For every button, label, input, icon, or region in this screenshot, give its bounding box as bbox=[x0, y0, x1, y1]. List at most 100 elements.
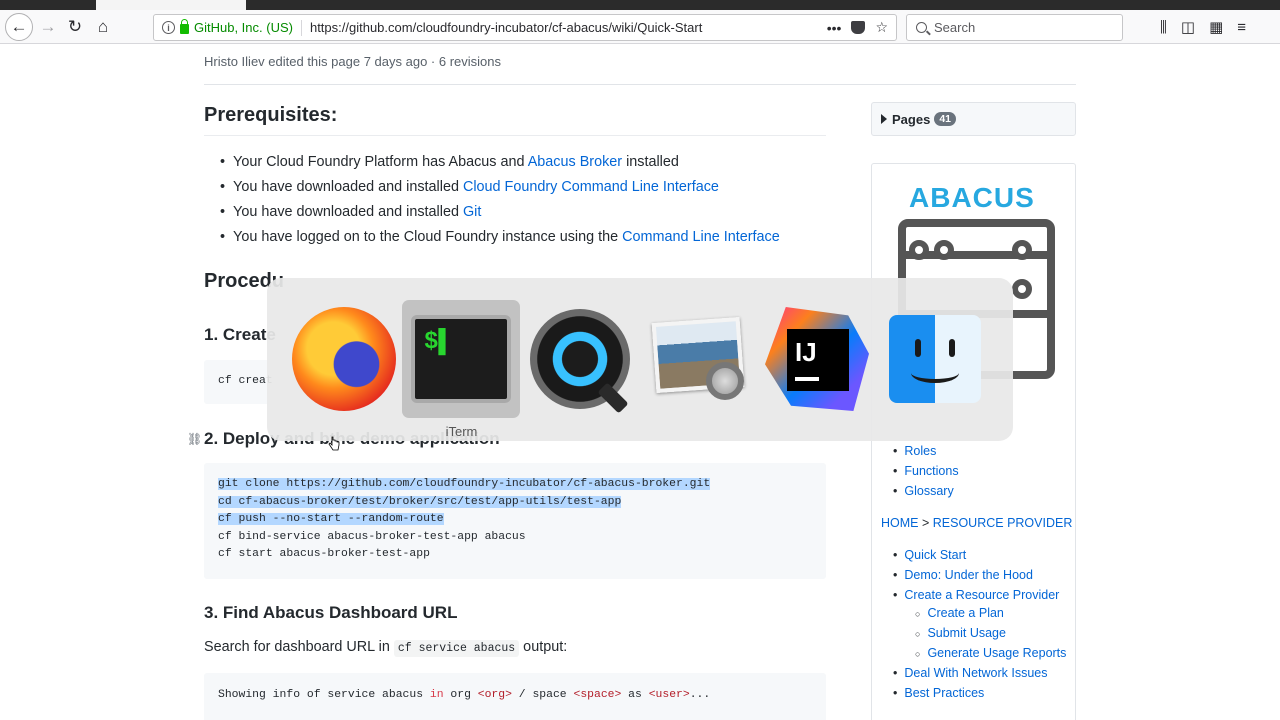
page-actions-button[interactable]: ••• bbox=[827, 20, 842, 36]
extension-icon[interactable]: ▦ bbox=[1209, 18, 1223, 36]
sidebar-link-usage-reports[interactable]: Generate Usage Reports bbox=[927, 646, 1066, 660]
breadcrumb-home-link[interactable]: HOME bbox=[881, 516, 919, 530]
list-item: You have logged on to the Cloud Foundry … bbox=[220, 225, 780, 250]
code-text: ... bbox=[689, 689, 711, 701]
code-text: org bbox=[443, 689, 478, 701]
forward-button[interactable]: → bbox=[37, 13, 59, 41]
list-item: Your Cloud Foundry Platform has Abacus a… bbox=[220, 150, 780, 175]
step1-heading: 1. Create bbox=[204, 325, 276, 344]
sidebar-breadcrumb: HOME > RESOURCE PROVIDER bbox=[881, 516, 1072, 530]
link-anchor-icon[interactable]: ⛓ bbox=[187, 432, 202, 446]
abacus-bead bbox=[934, 240, 954, 260]
preview-icon bbox=[650, 314, 746, 404]
step3-heading: 3. Find Abacus Dashboard URL bbox=[204, 603, 458, 622]
back-button[interactable]: ← bbox=[5, 13, 33, 41]
sidebar-link-functions[interactable]: Functions bbox=[904, 464, 958, 478]
sidebar-subitem: Generate Usage Reports bbox=[915, 643, 1066, 663]
para-text: Search for dashboard URL in bbox=[204, 639, 394, 655]
app-intellij[interactable]: IJ bbox=[758, 300, 876, 418]
app-preview[interactable] bbox=[639, 300, 757, 418]
menu-icon[interactable]: ≡ bbox=[1237, 19, 1246, 36]
pages-label: Pages bbox=[892, 111, 931, 127]
sidebar-link-quick-start[interactable]: Quick Start bbox=[904, 548, 966, 562]
library-icon[interactable]: ⫼ bbox=[1160, 19, 1167, 36]
sidebar-link-best-practices[interactable]: Best Practices bbox=[904, 686, 984, 700]
sidebar-link-network-issues[interactable]: Deal With Network Issues bbox=[904, 666, 1047, 680]
code-text: Showing info of service abacus bbox=[218, 689, 430, 701]
pocket-icon[interactable] bbox=[851, 21, 866, 34]
header-divider bbox=[204, 84, 1076, 85]
home-button[interactable]: ⌂ bbox=[92, 13, 114, 41]
breadcrumb-section-link[interactable]: RESOURCE PROVIDER bbox=[933, 516, 1073, 530]
iterm-icon: $▌ bbox=[411, 315, 511, 403]
intellij-icon: IJ bbox=[765, 307, 869, 411]
info-icon[interactable]: i bbox=[162, 21, 175, 34]
list-item: You have downloaded and installed Cloud … bbox=[220, 175, 780, 200]
resource-provider-list: Quick Start Demo: Under the Hood Create … bbox=[893, 545, 1059, 606]
code-text: / space bbox=[511, 689, 574, 701]
code-line: git clone https://github.com/cloudfoundr… bbox=[218, 476, 812, 494]
app-finder[interactable] bbox=[876, 300, 994, 418]
step2-code-block: git clone https://github.com/cloudfoundr… bbox=[204, 463, 826, 579]
sidebar-link-submit-usage[interactable]: Submit Usage bbox=[927, 626, 1006, 640]
lock-icon bbox=[180, 19, 189, 34]
firefox-icon bbox=[292, 307, 396, 411]
pages-toggle[interactable]: Pages 41 bbox=[871, 102, 1076, 136]
app-iterm[interactable]: $▌ bbox=[402, 300, 520, 418]
step3-code-block: Showing info of service abacus in org <o… bbox=[204, 673, 826, 720]
item-text: Your Cloud Foundry Platform has Abacus a… bbox=[233, 154, 528, 170]
sidebar-item: Functions bbox=[893, 461, 958, 481]
app-switcher: $▌ IJ bbox=[267, 278, 1013, 441]
code-text: as bbox=[621, 689, 649, 701]
url-bar[interactable]: i GitHub, Inc. (US) https://github.com/c… bbox=[153, 14, 897, 41]
search-input[interactable]: Search bbox=[906, 14, 1123, 41]
sidebar-link-roles[interactable]: Roles bbox=[904, 444, 936, 458]
sidebar-link-demo[interactable]: Demo: Under the Hood bbox=[904, 568, 1033, 582]
abacus-logo-text: ABACUS bbox=[909, 182, 1035, 213]
code-line: Showing info of service abacus in org <o… bbox=[218, 687, 812, 705]
search-icon bbox=[916, 22, 927, 33]
selected-app-label: iTerm bbox=[445, 424, 478, 439]
app-quicktime[interactable] bbox=[521, 300, 639, 418]
cli-link[interactable]: Command Line Interface bbox=[622, 229, 780, 245]
bookmark-star-icon[interactable]: ☆ bbox=[875, 19, 888, 36]
quicktime-icon bbox=[530, 309, 630, 409]
browser-toolbar: ← → ↻ ⌂ i GitHub, Inc. (US) https://gith… bbox=[0, 10, 1280, 44]
caret-right-icon bbox=[881, 114, 887, 124]
selected-code: cf push --no-start --random-route bbox=[218, 513, 444, 525]
code-line: cf bind-service abacus-broker-test-app a… bbox=[218, 530, 526, 543]
selected-code: cd cf-abacus-broker/test/broker/src/test… bbox=[218, 495, 622, 508]
breadcrumb-separator: > bbox=[918, 516, 933, 530]
sidebar-link-create-provider[interactable]: Create a Resource Provider bbox=[904, 588, 1059, 602]
code-line: cd cf-abacus-broker/test/broker/src/test… bbox=[218, 494, 812, 512]
reload-button[interactable]: ↻ bbox=[64, 13, 86, 41]
finder-icon bbox=[889, 315, 981, 403]
sidebar-icon[interactable]: ◫ bbox=[1181, 18, 1195, 36]
url-text[interactable]: https://github.com/cloudfoundry-incubato… bbox=[310, 20, 827, 35]
sidebar-item: Best Practices bbox=[893, 683, 1048, 703]
active-tab[interactable] bbox=[96, 0, 246, 10]
edit-info: Hristo Iliev edited this page 7 days ago… bbox=[204, 54, 501, 69]
app-firefox[interactable] bbox=[285, 300, 403, 418]
git-link[interactable]: Git bbox=[463, 204, 481, 220]
abacus-bead bbox=[1012, 279, 1032, 299]
heading-rule bbox=[204, 135, 826, 136]
search-placeholder: Search bbox=[934, 20, 976, 35]
abacus-bead bbox=[1012, 240, 1032, 260]
site-identity[interactable]: GitHub, Inc. (US) bbox=[194, 20, 293, 35]
item-text: You have downloaded and installed bbox=[233, 204, 463, 220]
resource-provider-list-more: Deal With Network Issues Best Practices bbox=[893, 663, 1048, 703]
sidebar-link-glossary[interactable]: Glossary bbox=[904, 484, 953, 498]
cf-cli-link[interactable]: Cloud Foundry Command Line Interface bbox=[463, 179, 719, 195]
url-separator bbox=[300, 19, 302, 36]
code-line: cf push --no-start --random-route bbox=[218, 511, 812, 529]
prerequisites-heading: Prerequisites: bbox=[204, 104, 338, 126]
pages-count-badge: 41 bbox=[934, 112, 956, 126]
code-tag: <user> bbox=[648, 689, 690, 701]
code-tag: <space> bbox=[573, 689, 622, 701]
code-tag: <org> bbox=[477, 689, 512, 701]
sidebar-link-create-plan[interactable]: Create a Plan bbox=[927, 606, 1003, 620]
sidebar-item: Demo: Under the Hood bbox=[893, 565, 1059, 585]
abacus-broker-link[interactable]: Abacus Broker bbox=[528, 154, 622, 170]
list-item: You have downloaded and installed Git bbox=[220, 200, 780, 225]
